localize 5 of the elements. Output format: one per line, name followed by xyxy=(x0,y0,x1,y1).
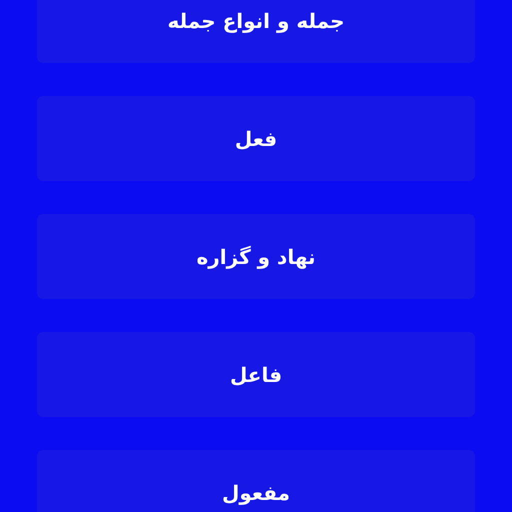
lesson-button[interactable]: نهاد و گزاره xyxy=(37,214,475,299)
lesson-button[interactable]: فعل xyxy=(37,96,475,181)
lesson-button[interactable]: مفعول xyxy=(37,450,475,512)
lesson-button[interactable]: جمله و انواع جمله xyxy=(37,0,475,63)
lesson-button[interactable]: فاعل xyxy=(37,332,475,417)
